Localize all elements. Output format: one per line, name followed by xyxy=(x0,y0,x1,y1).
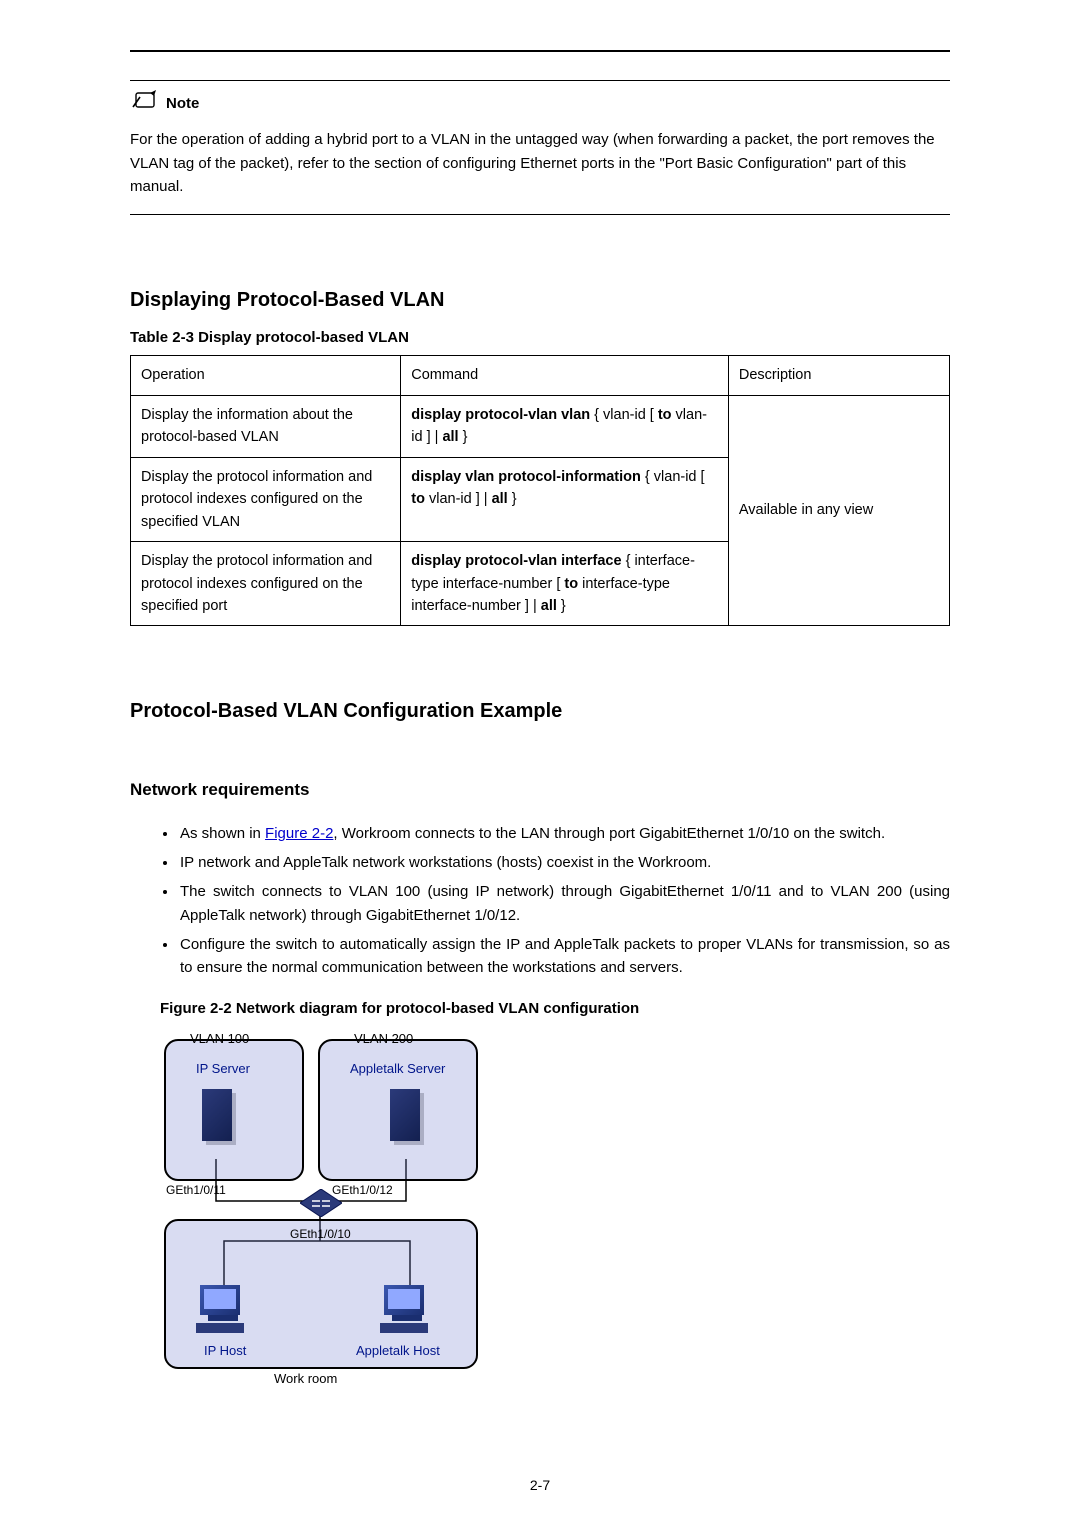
list-item: IP network and AppleTalk network worksta… xyxy=(178,851,950,874)
label-ge11: GEth1/0/11 xyxy=(166,1181,226,1200)
th-operation: Operation xyxy=(131,356,401,395)
requirements-list: As shown in Figure 2-2, Workroom connect… xyxy=(130,822,950,980)
cell-op: Display the protocol information and pro… xyxy=(131,542,401,626)
note-icon xyxy=(130,89,160,118)
figure-link[interactable]: Figure 2-2 xyxy=(265,825,333,842)
table-caption: Table 2-3 Display protocol-based VLAN xyxy=(130,326,950,349)
cell-op: Display the information about the protoc… xyxy=(131,395,401,457)
ip-server-icon xyxy=(202,1089,236,1145)
th-description: Description xyxy=(728,356,949,395)
note-text: For the operation of adding a hybrid por… xyxy=(130,128,950,198)
label-vlan200: VLAN 200 xyxy=(354,1029,413,1049)
label-ip-server: IP Server xyxy=(196,1059,250,1079)
list-item: The switch connects to VLAN 100 (using I… xyxy=(178,880,950,927)
label-at-server: Appletalk Server xyxy=(350,1059,445,1079)
label-at-host: Appletalk Host xyxy=(356,1341,440,1361)
cell-cmd: display protocol-vlan interface { interf… xyxy=(401,542,729,626)
subheading-requirements: Network requirements xyxy=(130,777,950,803)
cell-op: Display the protocol information and pro… xyxy=(131,457,401,541)
cell-desc: Available in any view xyxy=(728,395,949,626)
figure-caption: Figure 2-2 Network diagram for protocol-… xyxy=(160,997,950,1020)
note-bottom-rule xyxy=(130,214,950,215)
list-item: Configure the switch to automatically as… xyxy=(178,933,950,980)
th-command: Command xyxy=(401,356,729,395)
note-header: Note xyxy=(130,89,950,118)
note-label: Note xyxy=(166,92,199,115)
page-number: 2-7 xyxy=(0,1475,1080,1497)
label-ip-host: IP Host xyxy=(204,1341,246,1361)
label-workroom: Work room xyxy=(274,1369,337,1389)
note-top-rule xyxy=(130,80,950,81)
protocol-vlan-table: Operation Command Description Display th… xyxy=(130,355,950,626)
cell-cmd: display vlan protocol-information { vlan… xyxy=(401,457,729,541)
table-header-row: Operation Command Description xyxy=(131,356,950,395)
cell-cmd: display protocol-vlan vlan { vlan-id [ t… xyxy=(401,395,729,457)
switch-icon xyxy=(300,1189,342,1217)
section-heading-example: Protocol-Based VLAN Configuration Exampl… xyxy=(130,696,950,727)
label-ge10: GEth1/0/10 xyxy=(290,1225,351,1244)
network-diagram: VLAN 100 VLAN 200 IP Server Appletalk Se… xyxy=(160,1029,420,1389)
table-row: Display the information about the protoc… xyxy=(131,395,950,457)
list-item: As shown in Figure 2-2, Workroom connect… xyxy=(178,822,950,845)
ip-host-icon xyxy=(200,1285,254,1333)
label-vlan100: VLAN 100 xyxy=(190,1029,249,1049)
at-server-icon xyxy=(390,1089,424,1145)
at-host-icon xyxy=(384,1285,438,1333)
section-heading-display: Displaying Protocol-Based VLAN xyxy=(130,285,950,316)
page-top-rule xyxy=(130,50,950,52)
